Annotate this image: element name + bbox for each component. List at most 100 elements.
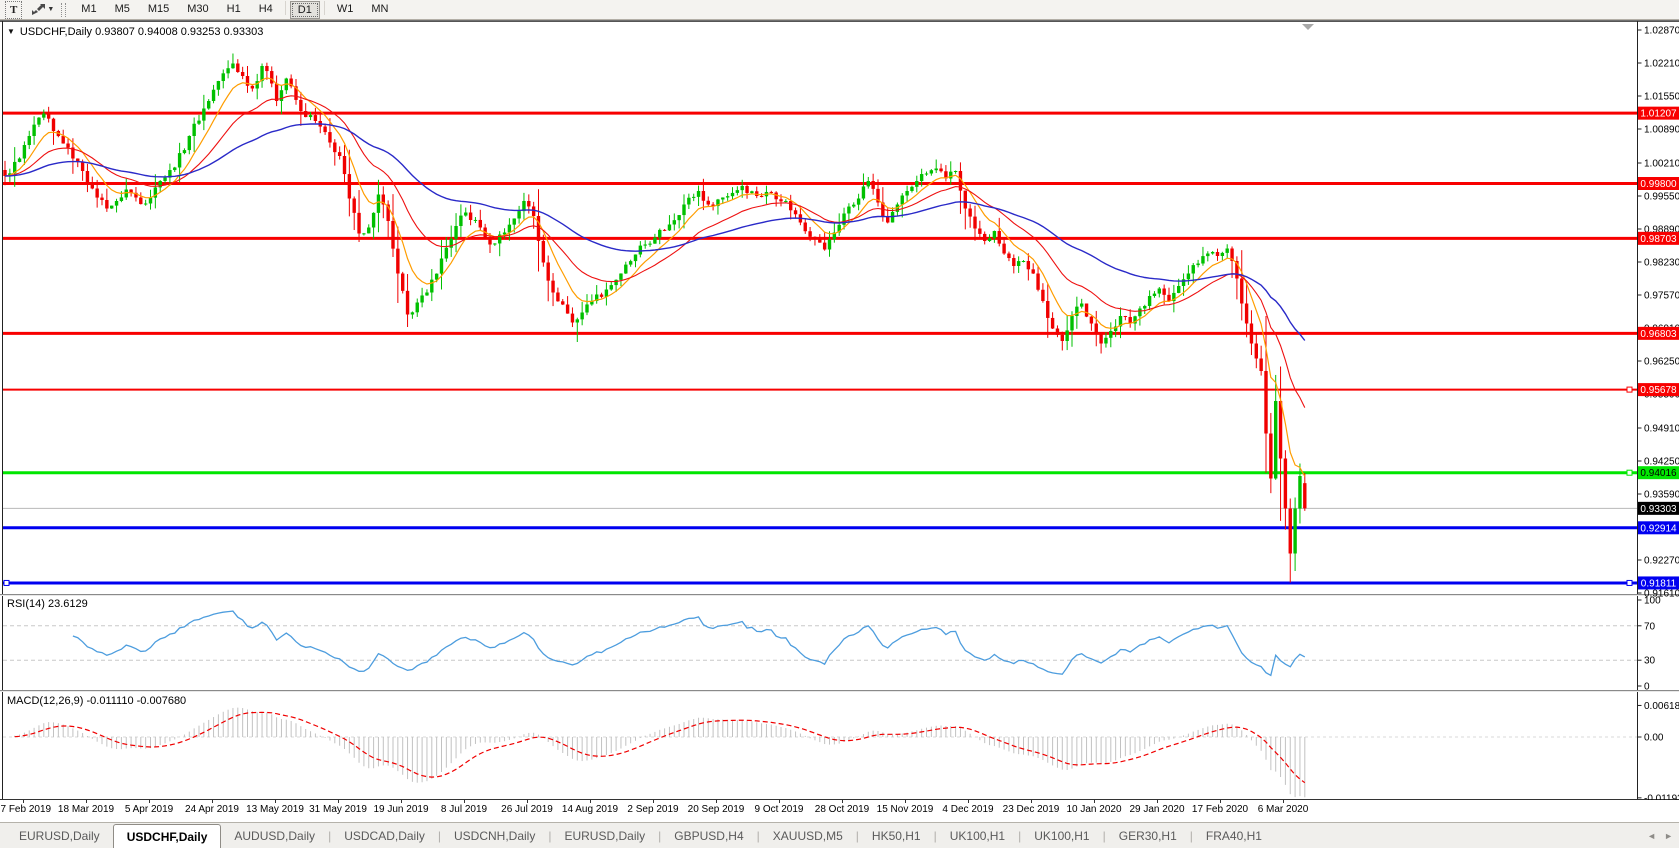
date-label: 15 Nov 2019 [877,804,934,815]
date-tick [716,800,717,803]
date-label: 20 Sep 2019 [688,804,745,815]
toolbar-separator [324,1,325,15]
toolbar-separator [285,1,286,15]
chart-tab-XAUUSD-M5[interactable]: XAUUSD,M5 [760,823,856,848]
timeframe-button-H1[interactable]: H1 [219,1,249,17]
svg-text:0.98230: 0.98230 [1644,258,1679,269]
svg-text:0.91811: 0.91811 [1641,578,1677,589]
date-label: 19 Jun 2019 [373,804,428,815]
chart-tab-GER30-H1[interactable]: GER30,H1 [1106,823,1190,848]
chart-tab-USDCNH-Daily[interactable]: USDCNH,Daily [441,823,548,848]
toolbar-grip[interactable] [61,3,66,17]
timeframe-button-M15[interactable]: M15 [140,1,177,17]
date-tick [86,800,87,803]
svg-text:100: 100 [1644,596,1661,607]
macd-indicator-label: MACD(12,26,9) -0.011110 -0.007680 [7,695,186,707]
chart-tab-AUDUSD-Daily[interactable]: AUDUSD,Daily [221,823,328,848]
timeframe-button-D1[interactable]: D1 [290,1,320,19]
arrow-objects-icon[interactable] [31,3,46,16]
date-label: 17 Feb 2020 [1192,804,1248,815]
svg-text:30: 30 [1644,656,1656,667]
date-label: 8 Jul 2019 [441,804,487,815]
date-tick [968,800,969,803]
price-badge: 0.93303 [1638,502,1679,515]
date-tick [401,800,402,803]
svg-text:0.93303: 0.93303 [1640,504,1677,515]
price-badge: 0.94016 [1638,466,1679,479]
date-tick [527,800,528,803]
text-tool-button[interactable]: T [5,1,22,19]
date-tick [23,800,24,803]
price-badge: 0.96803 [1638,327,1679,340]
date-label: 27 Feb 2019 [0,804,51,815]
svg-text:0.94250: 0.94250 [1644,457,1679,468]
toolbar: T ▼ M1M5M15M30H1H4 D1 W1MN [0,0,1679,20]
chart-tab-EURUSD-Daily[interactable]: EURUSD,Daily [6,823,113,848]
chart-tab-FRA40-H1[interactable]: FRA40,H1 [1193,823,1275,848]
chart-tab-HK50-H1[interactable]: HK50,H1 [859,823,934,848]
date-tick [1220,800,1221,803]
chart-surface[interactable]: 1.028701.022101.015501.008901.002100.995… [0,21,1679,800]
date-tick [842,800,843,803]
chart-tab-UK100-H1[interactable]: UK100,H1 [1021,823,1102,848]
price-badge: 0.95678 [1638,383,1679,396]
svg-text:1.00210: 1.00210 [1644,159,1679,170]
line-handle[interactable] [1627,580,1632,585]
timeframe-button-M1[interactable]: M1 [73,1,104,17]
price-badge: 0.91811 [1638,576,1679,589]
line-handle[interactable] [1627,387,1632,392]
svg-text:0: 0 [1644,682,1650,693]
timeframe-button-H4[interactable]: H4 [251,1,281,17]
chart-tab-EURUSD-Daily[interactable]: EURUSD,Daily [551,823,658,848]
price-badge: 1.01207 [1638,107,1679,120]
svg-text:-0.01193: -0.01193 [1644,793,1679,800]
timeframe-button-MN[interactable]: MN [363,1,396,17]
svg-text:0.92270: 0.92270 [1644,556,1679,567]
date-label: 6 Mar 2020 [1258,804,1309,815]
date-tick [653,800,654,803]
date-tick [1157,800,1158,803]
collapse-triangle-icon[interactable]: ▼ [7,27,15,36]
date-label: 29 Jan 2020 [1129,804,1184,815]
timeframe-button-M5[interactable]: M5 [107,1,138,17]
line-handle[interactable] [4,580,9,585]
timeframe-button-M30[interactable]: M30 [179,1,216,17]
price-badge: 0.92914 [1638,521,1679,534]
date-label: 10 Jan 2020 [1066,804,1121,815]
chart-tab-GBPUSD-H4[interactable]: GBPUSD,H4 [661,823,756,848]
svg-text:0.98703: 0.98703 [1640,234,1677,245]
svg-text:0.96803: 0.96803 [1640,329,1677,340]
svg-text:0.96250: 0.96250 [1644,357,1679,368]
date-tick [1031,800,1032,803]
svg-text:0.00: 0.00 [1644,733,1664,744]
svg-text:0.95678: 0.95678 [1640,385,1677,396]
timeframe-button-W1[interactable]: W1 [329,1,362,17]
chart-tab-UK100-H1[interactable]: UK100,H1 [937,823,1018,848]
chart-tab-USDCHF-Daily[interactable]: USDCHF,Daily [113,824,222,848]
date-tick [149,800,150,803]
date-label: 2 Sep 2019 [627,804,678,815]
svg-text:1.02870: 1.02870 [1644,26,1679,37]
svg-text:0.99800: 0.99800 [1640,179,1677,190]
chart-tab-USDCAD-Daily[interactable]: USDCAD,Daily [331,823,438,848]
date-tick [1283,800,1284,803]
date-tick [779,800,780,803]
rsi-indicator-label: RSI(14) 23.6129 [7,598,88,610]
svg-text:0.97570: 0.97570 [1644,291,1679,302]
tab-scroll-right-icon[interactable]: ► [1664,831,1673,841]
line-handle[interactable] [1627,470,1632,475]
date-label: 5 Apr 2019 [125,804,173,815]
date-label: 9 Oct 2019 [755,804,804,815]
date-axis[interactable]: 27 Feb 201918 Mar 20195 Apr 201924 Apr 2… [0,800,1679,822]
chart-tab-bar: EURUSD,DailyUSDCHF,DailyAUDUSD,Daily|USD… [0,822,1679,848]
date-label: 28 Oct 2019 [815,804,869,815]
date-tick [905,800,906,803]
price-badge: 0.99800 [1638,177,1679,190]
date-tick [212,800,213,803]
arrow-tool-dropdown-icon[interactable]: ▼ [47,6,54,13]
svg-text:1.01207: 1.01207 [1640,109,1677,120]
svg-text:0.92914: 0.92914 [1640,523,1677,534]
date-label: 13 May 2019 [246,804,304,815]
date-label: 26 Jul 2019 [501,804,553,815]
tab-scroll-left-icon[interactable]: ◄ [1647,831,1656,841]
